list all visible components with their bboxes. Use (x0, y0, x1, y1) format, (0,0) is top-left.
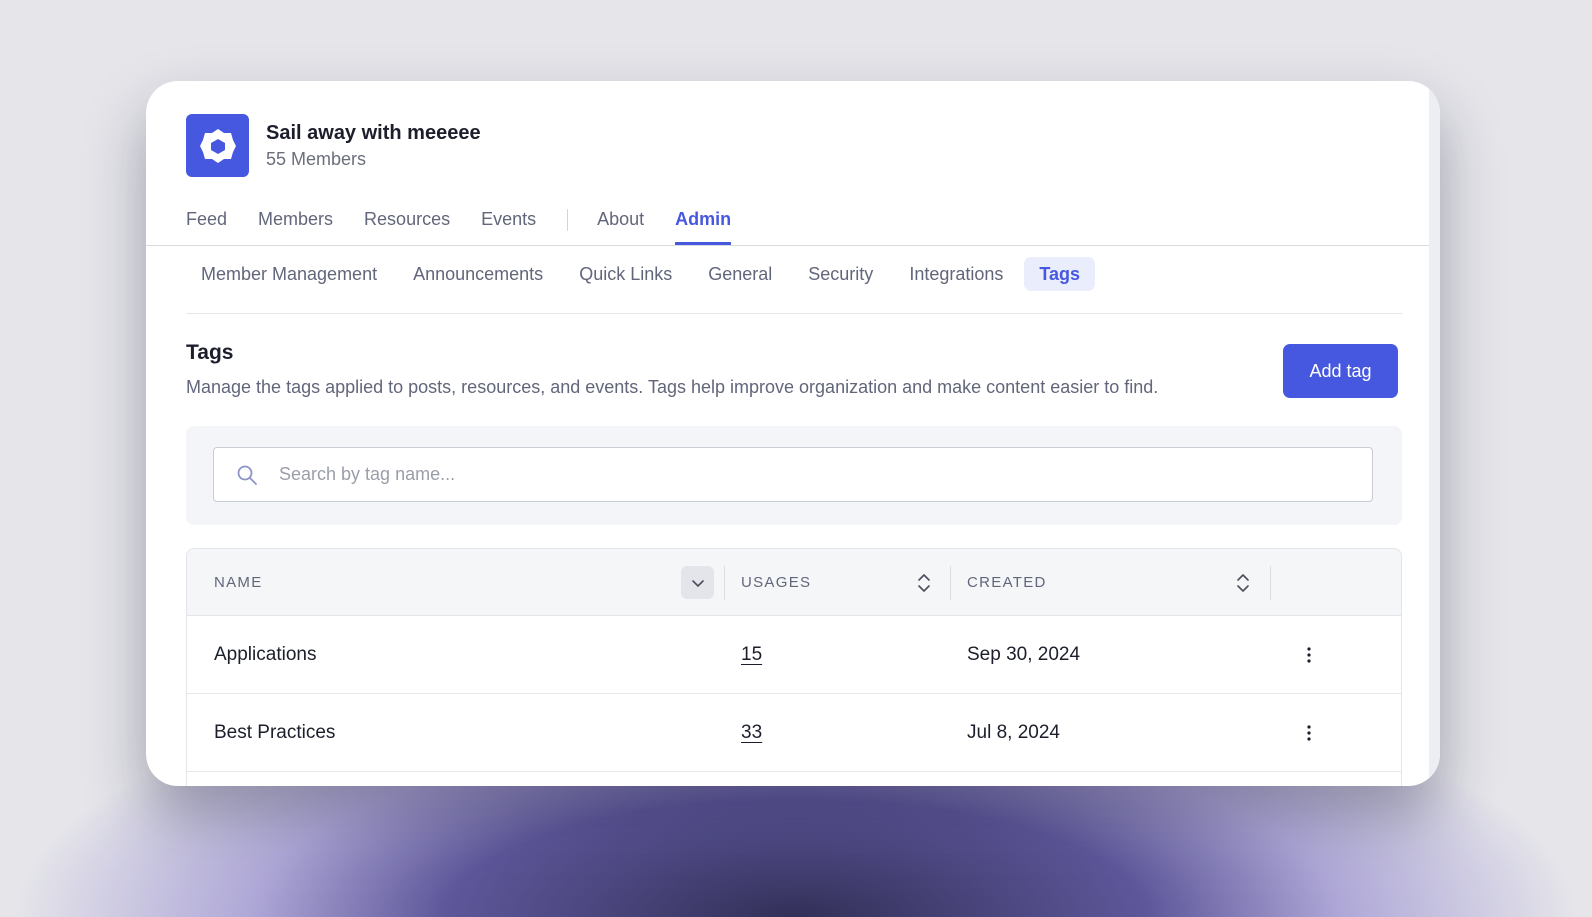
column-divider (724, 566, 725, 600)
table-row[interactable]: Applications 15 Sep 30, 2024 (187, 616, 1401, 694)
gear-logo-icon (199, 128, 236, 163)
sort-icon (917, 573, 930, 592)
column-header-name[interactable]: NAME (214, 549, 263, 616)
sub-tab-security[interactable]: Security (793, 257, 888, 291)
nav-tab-events[interactable]: Events (481, 205, 536, 245)
chevron-down-icon (691, 579, 704, 587)
column-header-usages[interactable]: USAGES (741, 549, 811, 616)
group-header: Sail away with meeeee 55 Members (186, 114, 481, 177)
sub-tab-quick-links[interactable]: Quick Links (564, 257, 687, 291)
table-row[interactable]: Best Practices 33 Jul 8, 2024 (187, 694, 1401, 772)
section-description: Manage the tags applied to posts, resour… (186, 377, 1159, 397)
search-box[interactable] (213, 447, 1373, 502)
nav-divider (567, 209, 569, 231)
search-panel (186, 426, 1402, 525)
nav-tab-resources[interactable]: Resources (364, 205, 450, 245)
tags-table: NAME USAGES CREATED Applications 15 Sep … (186, 548, 1402, 786)
sort-icon (1236, 573, 1249, 592)
group-admin-window: Sail away with meeeee 55 Members Feed Me… (146, 81, 1440, 786)
sub-tab-integrations[interactable]: Integrations (894, 257, 1018, 291)
sort-created-button[interactable] (1226, 566, 1259, 599)
tag-usages-link[interactable]: 15 (741, 616, 762, 693)
group-member-count: 55 Members (266, 149, 367, 169)
tag-name: Applications (214, 643, 317, 665)
column-divider (1270, 566, 1271, 600)
nav-tab-admin[interactable]: Admin (675, 205, 732, 245)
add-tag-button[interactable]: Add tag (1283, 344, 1398, 398)
admin-sub-nav: Member Management Announcements Quick Li… (186, 257, 1402, 314)
nav-tab-feed[interactable]: Feed (186, 205, 227, 245)
sub-tab-general[interactable]: General (693, 257, 787, 291)
group-logo (186, 114, 249, 177)
sort-usages-button[interactable] (907, 566, 940, 599)
search-icon (237, 465, 257, 485)
nav-divider-line (146, 245, 1429, 246)
card-scroll-edge (1429, 81, 1440, 786)
tag-created-date: Sep 30, 2024 (967, 643, 1081, 665)
tag-name: Best Practices (214, 721, 336, 743)
nav-tab-about[interactable]: About (597, 205, 644, 245)
row-actions-menu-icon[interactable] (1299, 616, 1319, 693)
group-meta: Sail away with meeeee 55 Members (266, 120, 481, 171)
table-header: NAME USAGES CREATED (187, 549, 1401, 616)
column-header-created[interactable]: CREATED (967, 549, 1047, 616)
sub-tab-tags[interactable]: Tags (1024, 257, 1096, 291)
tag-usages-link[interactable]: 33 (741, 694, 762, 771)
tag-created-date: Jul 8, 2024 (967, 721, 1060, 743)
section-title: Tags (186, 341, 234, 364)
nav-tab-members[interactable]: Members (258, 205, 333, 245)
sub-tab-member-management[interactable]: Member Management (186, 257, 392, 291)
group-name: Sail away with meeeee (266, 122, 481, 144)
column-divider (950, 566, 951, 600)
search-input[interactable] (279, 464, 1279, 485)
sub-tab-announcements[interactable]: Announcements (398, 257, 558, 291)
row-actions-menu-icon[interactable] (1299, 694, 1319, 771)
sort-descending-button[interactable] (681, 566, 714, 599)
